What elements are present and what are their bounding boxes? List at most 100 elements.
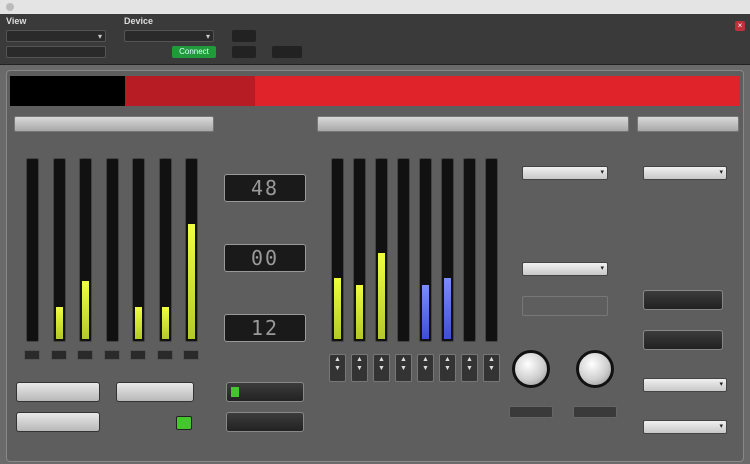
left-button-1[interactable] bbox=[16, 382, 100, 402]
level-meter bbox=[132, 158, 145, 342]
knob[interactable] bbox=[576, 350, 614, 388]
banner-dark-segment bbox=[125, 76, 255, 106]
meter-fill bbox=[422, 285, 429, 339]
channel-arrow-control[interactable]: ▲ ▼ bbox=[461, 354, 478, 382]
meter-fill bbox=[55, 307, 63, 339]
meter-fill bbox=[161, 307, 169, 339]
meter-label bbox=[156, 350, 173, 360]
connect-button[interactable]: Connect bbox=[172, 46, 216, 58]
channel-arrow-control[interactable]: ▲ ▼ bbox=[329, 354, 346, 382]
meter-fill bbox=[135, 307, 142, 339]
header-banner bbox=[10, 76, 740, 106]
rate-value-2[interactable] bbox=[232, 46, 256, 58]
down-arrow-icon: ▼ bbox=[378, 365, 385, 372]
center-inactive-field bbox=[522, 296, 608, 316]
down-arrow-icon: ▼ bbox=[444, 365, 451, 372]
section-header-right bbox=[637, 116, 739, 132]
indicator-icon bbox=[231, 387, 239, 397]
up-arrow-icon: ▲ bbox=[334, 356, 341, 363]
rate-value[interactable] bbox=[232, 30, 256, 42]
top-control-bar: View Device ▾ ▾ Connect bbox=[0, 14, 750, 65]
window-titlebar bbox=[0, 0, 750, 15]
up-arrow-icon: ▲ bbox=[466, 356, 473, 363]
knob[interactable] bbox=[512, 350, 550, 388]
down-arrow-icon: ▼ bbox=[422, 365, 429, 372]
level-meter bbox=[397, 158, 410, 342]
lcd-display: 48 bbox=[224, 174, 306, 202]
channel-arrow-control[interactable]: ▲ ▼ bbox=[439, 354, 456, 382]
lcd-display: 12 bbox=[224, 314, 306, 342]
left-button-2[interactable] bbox=[116, 382, 194, 402]
banner-black-segment bbox=[10, 76, 125, 106]
up-arrow-icon: ▲ bbox=[422, 356, 429, 363]
lcd-display: 00 bbox=[224, 244, 306, 272]
channel-arrow-control[interactable]: ▲ ▼ bbox=[417, 354, 434, 382]
sub-select[interactable] bbox=[6, 46, 106, 58]
down-arrow-icon: ▼ bbox=[488, 365, 495, 372]
meter-fill bbox=[378, 253, 385, 339]
right-button-1[interactable] bbox=[643, 290, 723, 310]
level-meter bbox=[185, 158, 198, 342]
level-meter bbox=[79, 158, 92, 342]
level-meter bbox=[353, 158, 366, 342]
up-arrow-icon: ▲ bbox=[444, 356, 451, 363]
right-select-1[interactable]: ▾ bbox=[643, 166, 727, 180]
chevron-down-icon: ▾ bbox=[97, 32, 102, 41]
level-meter bbox=[441, 158, 454, 342]
view-select[interactable]: ▾ bbox=[6, 30, 106, 42]
level-meter bbox=[26, 158, 39, 342]
center-select-1[interactable]: ▾ bbox=[522, 166, 608, 180]
chevron-down-icon: ▾ bbox=[600, 265, 604, 272]
left-button-3[interactable] bbox=[16, 412, 100, 432]
view-label: View bbox=[6, 16, 27, 26]
chevron-down-icon: ▾ bbox=[719, 169, 723, 176]
level-meter bbox=[331, 158, 344, 342]
center-button-2[interactable] bbox=[226, 412, 304, 432]
device-select[interactable]: ▾ bbox=[124, 30, 214, 42]
chevron-down-icon: ▾ bbox=[205, 32, 210, 41]
level-meter bbox=[375, 158, 388, 342]
meter-label bbox=[50, 350, 67, 360]
up-arrow-icon: ▲ bbox=[488, 356, 495, 363]
center-button-1[interactable] bbox=[226, 382, 304, 402]
section-header-center bbox=[317, 116, 629, 132]
status-led-icon bbox=[176, 416, 192, 430]
close-icon[interactable]: × bbox=[735, 21, 745, 31]
aux-value[interactable] bbox=[272, 46, 302, 58]
up-arrow-icon: ▲ bbox=[356, 356, 363, 363]
meter-fill bbox=[444, 278, 451, 339]
right-button-2[interactable] bbox=[643, 330, 723, 350]
right-select-2[interactable]: ▾ bbox=[643, 378, 727, 392]
right-select-3[interactable]: ▾ bbox=[643, 420, 727, 434]
up-arrow-icon: ▲ bbox=[378, 356, 385, 363]
meter-label bbox=[183, 350, 199, 360]
down-arrow-icon: ▼ bbox=[356, 365, 363, 372]
channel-arrow-control[interactable]: ▲ ▼ bbox=[483, 354, 500, 382]
window-control-icon[interactable] bbox=[6, 3, 14, 11]
chevron-down-icon: ▾ bbox=[719, 381, 723, 388]
meter-label bbox=[103, 350, 120, 360]
channel-arrow-control[interactable]: ▲ ▼ bbox=[351, 354, 368, 382]
level-meter bbox=[485, 158, 498, 342]
down-arrow-icon: ▼ bbox=[466, 365, 473, 372]
meter-label bbox=[130, 350, 146, 360]
meter-fill bbox=[82, 281, 89, 339]
meter-label bbox=[24, 350, 40, 360]
meter-label bbox=[77, 350, 93, 360]
level-meter bbox=[52, 158, 66, 342]
knob-label bbox=[509, 406, 553, 418]
down-arrow-icon: ▼ bbox=[400, 365, 407, 372]
channel-arrow-control[interactable]: ▲ ▼ bbox=[373, 354, 390, 382]
level-meter bbox=[419, 158, 432, 342]
level-meter bbox=[105, 158, 119, 342]
meter-fill bbox=[334, 278, 341, 339]
device-label: Device bbox=[124, 16, 154, 26]
center-select-2[interactable]: ▾ bbox=[522, 262, 608, 276]
down-arrow-icon: ▼ bbox=[334, 365, 341, 372]
meter-fill bbox=[356, 285, 363, 339]
chevron-down-icon: ▾ bbox=[600, 169, 604, 176]
level-meter bbox=[463, 158, 476, 342]
chevron-down-icon: ▾ bbox=[719, 423, 723, 430]
meter-fill bbox=[188, 224, 195, 339]
channel-arrow-control[interactable]: ▲ ▼ bbox=[395, 354, 412, 382]
